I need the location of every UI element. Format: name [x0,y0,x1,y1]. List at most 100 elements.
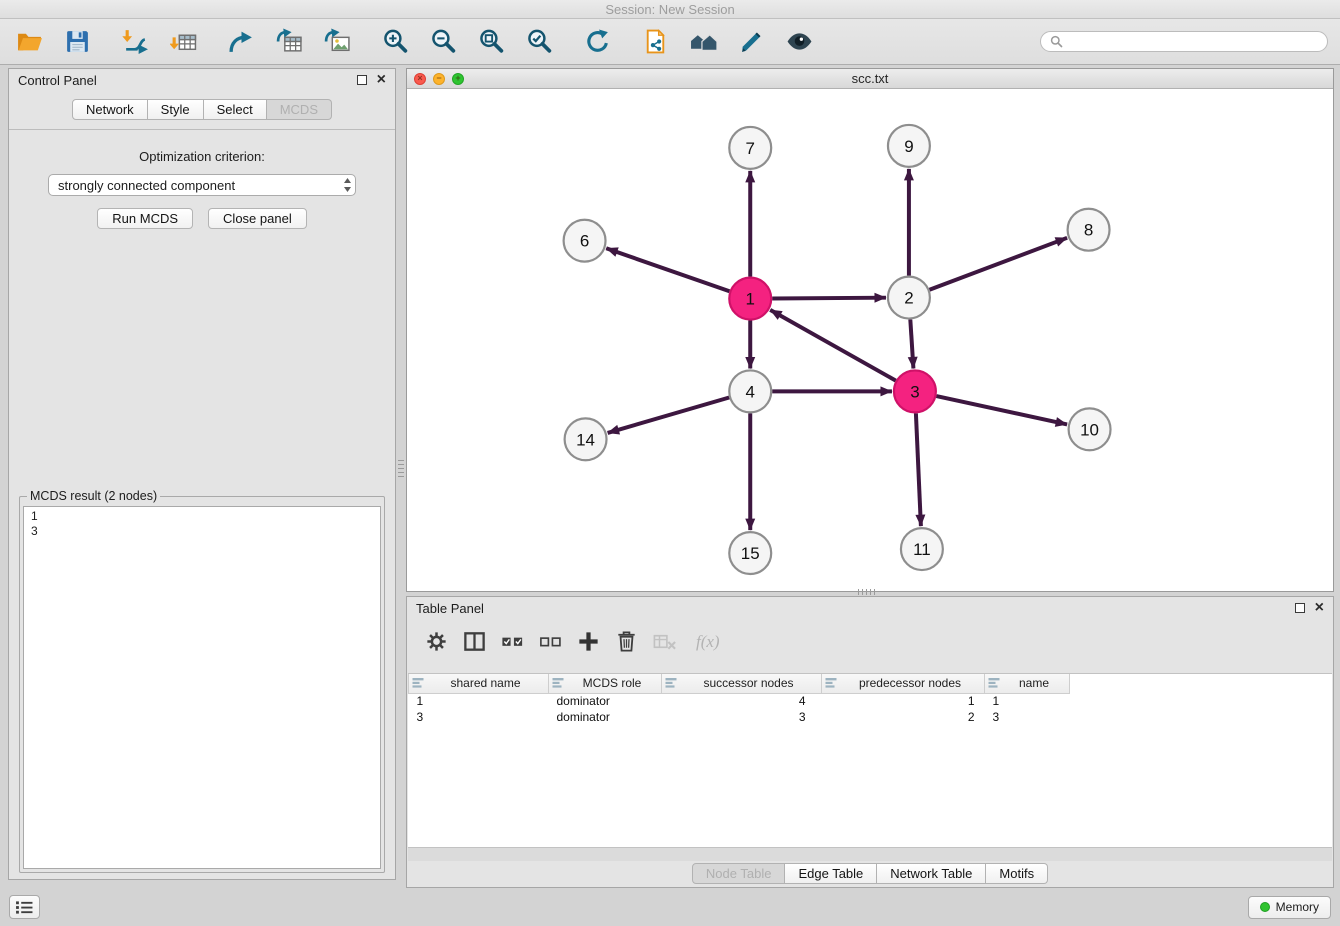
table-cell[interactable]: 3 [409,709,549,725]
show-columns-icon[interactable] [462,629,487,654]
tab-style[interactable]: Style [148,99,204,120]
save-disk-icon [64,28,91,55]
mcds-result-line: 3 [31,524,373,539]
delete-column-icon[interactable] [614,629,639,654]
create-column-icon[interactable] [576,629,601,654]
float-table-panel-icon[interactable] [1295,603,1305,613]
network-canvas[interactable]: 7 9 6 8 1 2 4 3 14 10 15 11 [407,90,1333,591]
zoom-fit-button[interactable] [474,24,508,60]
window-zoom-button[interactable]: + [452,73,464,85]
graph-edge[interactable] [929,238,1067,290]
vertical-splitter-grip[interactable] [398,460,404,480]
close-table-panel-icon[interactable]: × [1315,603,1324,613]
graph-node[interactable]: 7 [729,127,771,169]
tab-network-table[interactable]: Network Table [877,863,986,884]
refresh-view-button[interactable] [580,24,614,60]
column-sort-icon [825,677,837,692]
import-table-button[interactable] [166,24,200,60]
apply-style-button[interactable] [734,24,768,60]
control-panel-header: Control Panel × [9,69,395,91]
criterion-value: strongly connected component [58,178,235,193]
export-network-button[interactable] [224,24,258,60]
zoom-in-button[interactable] [378,24,412,60]
graph-node[interactable]: 10 [1069,408,1111,450]
svg-text:8: 8 [1084,221,1093,240]
graph-node[interactable]: 11 [901,528,943,570]
select-all-columns-icon[interactable] [500,629,525,654]
table-row[interactable]: 3dominator323 [409,709,1070,725]
horizontal-splitter-grip[interactable] [858,589,878,595]
export-image-button[interactable] [320,24,354,60]
tab-mcds[interactable]: MCDS [267,99,332,120]
search-input[interactable] [1069,34,1318,50]
graph-node[interactable]: 2 [888,277,930,319]
column-header-shared-name[interactable]: shared name [409,674,549,693]
show-panels-button[interactable] [9,895,40,919]
close-panel-icon[interactable]: × [377,75,386,85]
graph-edge[interactable] [916,413,921,526]
select-stepper-icon [343,177,352,193]
show-graphics-button[interactable] [782,24,816,60]
table-cell[interactable]: 4 [662,693,822,709]
graph-edge[interactable] [770,310,896,381]
memory-button[interactable]: Memory [1248,896,1331,919]
tab-motifs[interactable]: Motifs [986,863,1048,884]
tab-edge-table[interactable]: Edge Table [785,863,877,884]
tab-select[interactable]: Select [204,99,267,120]
graph-node[interactable]: 15 [729,532,771,574]
save-session-button[interactable] [60,24,94,60]
unselect-all-columns-icon[interactable] [538,629,563,654]
graph-node[interactable]: 14 [565,418,607,460]
table-cell[interactable]: dominator [549,693,662,709]
graph-node[interactable]: 8 [1068,209,1110,251]
zoom-selected-icon [526,28,553,55]
graph-edge[interactable] [936,396,1067,424]
float-panel-icon[interactable] [357,75,367,85]
svg-text:11: 11 [913,540,931,559]
column-header-predecessor-nodes[interactable]: predecessor nodes [822,674,985,693]
graph-edge[interactable] [910,320,913,369]
export-table-button[interactable] [272,24,306,60]
column-header-name[interactable]: name [985,674,1070,693]
table-cell[interactable]: 1 [822,693,985,709]
import-network-icon [122,28,149,55]
column-header-MCDS-role[interactable]: MCDS role [549,674,662,693]
table-cell[interactable]: dominator [549,709,662,725]
graph-node[interactable]: 3 [894,370,936,412]
table-cell[interactable]: 1 [985,693,1070,709]
open-session-button[interactable] [12,24,46,60]
table-hscroll-area[interactable] [408,847,1332,861]
graph-node[interactable]: 6 [564,220,606,262]
graph-node[interactable]: 4 [729,370,771,412]
clone-network-button[interactable] [638,24,672,60]
column-sort-icon [665,677,677,692]
window-minimize-button[interactable]: − [433,73,445,85]
zoom-out-button[interactable] [426,24,460,60]
table-cell[interactable]: 3 [662,709,822,725]
table-row[interactable]: 1dominator411 [409,693,1070,709]
close-panel-button[interactable]: Close panel [208,208,307,229]
tab-node-table[interactable]: Node Table [692,863,786,884]
graph-node[interactable]: 1 [729,278,771,320]
table-cell[interactable]: 2 [822,709,985,725]
import-network-button[interactable] [118,24,152,60]
zoom-selected-button[interactable] [522,24,556,60]
refresh-group [580,24,614,60]
column-header-successor-nodes[interactable]: successor nodes [662,674,822,693]
graph-node[interactable]: 9 [888,125,930,167]
criterion-select[interactable]: strongly connected component [48,174,356,196]
table-settings-gear-icon[interactable] [424,629,449,654]
network-overview-button[interactable] [686,24,720,60]
file-group [12,24,94,60]
graph-edge[interactable] [772,298,886,299]
column-sort-icon [412,677,424,692]
graph-edge[interactable] [608,397,730,432]
window-close-button[interactable]: × [414,73,426,85]
tab-network[interactable]: Network [72,99,148,120]
graph-edge[interactable] [606,248,729,291]
export-group [224,24,354,60]
table-cell[interactable]: 3 [985,709,1070,725]
mcds-result-list[interactable]: 13 [23,506,381,869]
run-mcds-button[interactable]: Run MCDS [97,208,193,229]
table-cell[interactable]: 1 [409,693,549,709]
